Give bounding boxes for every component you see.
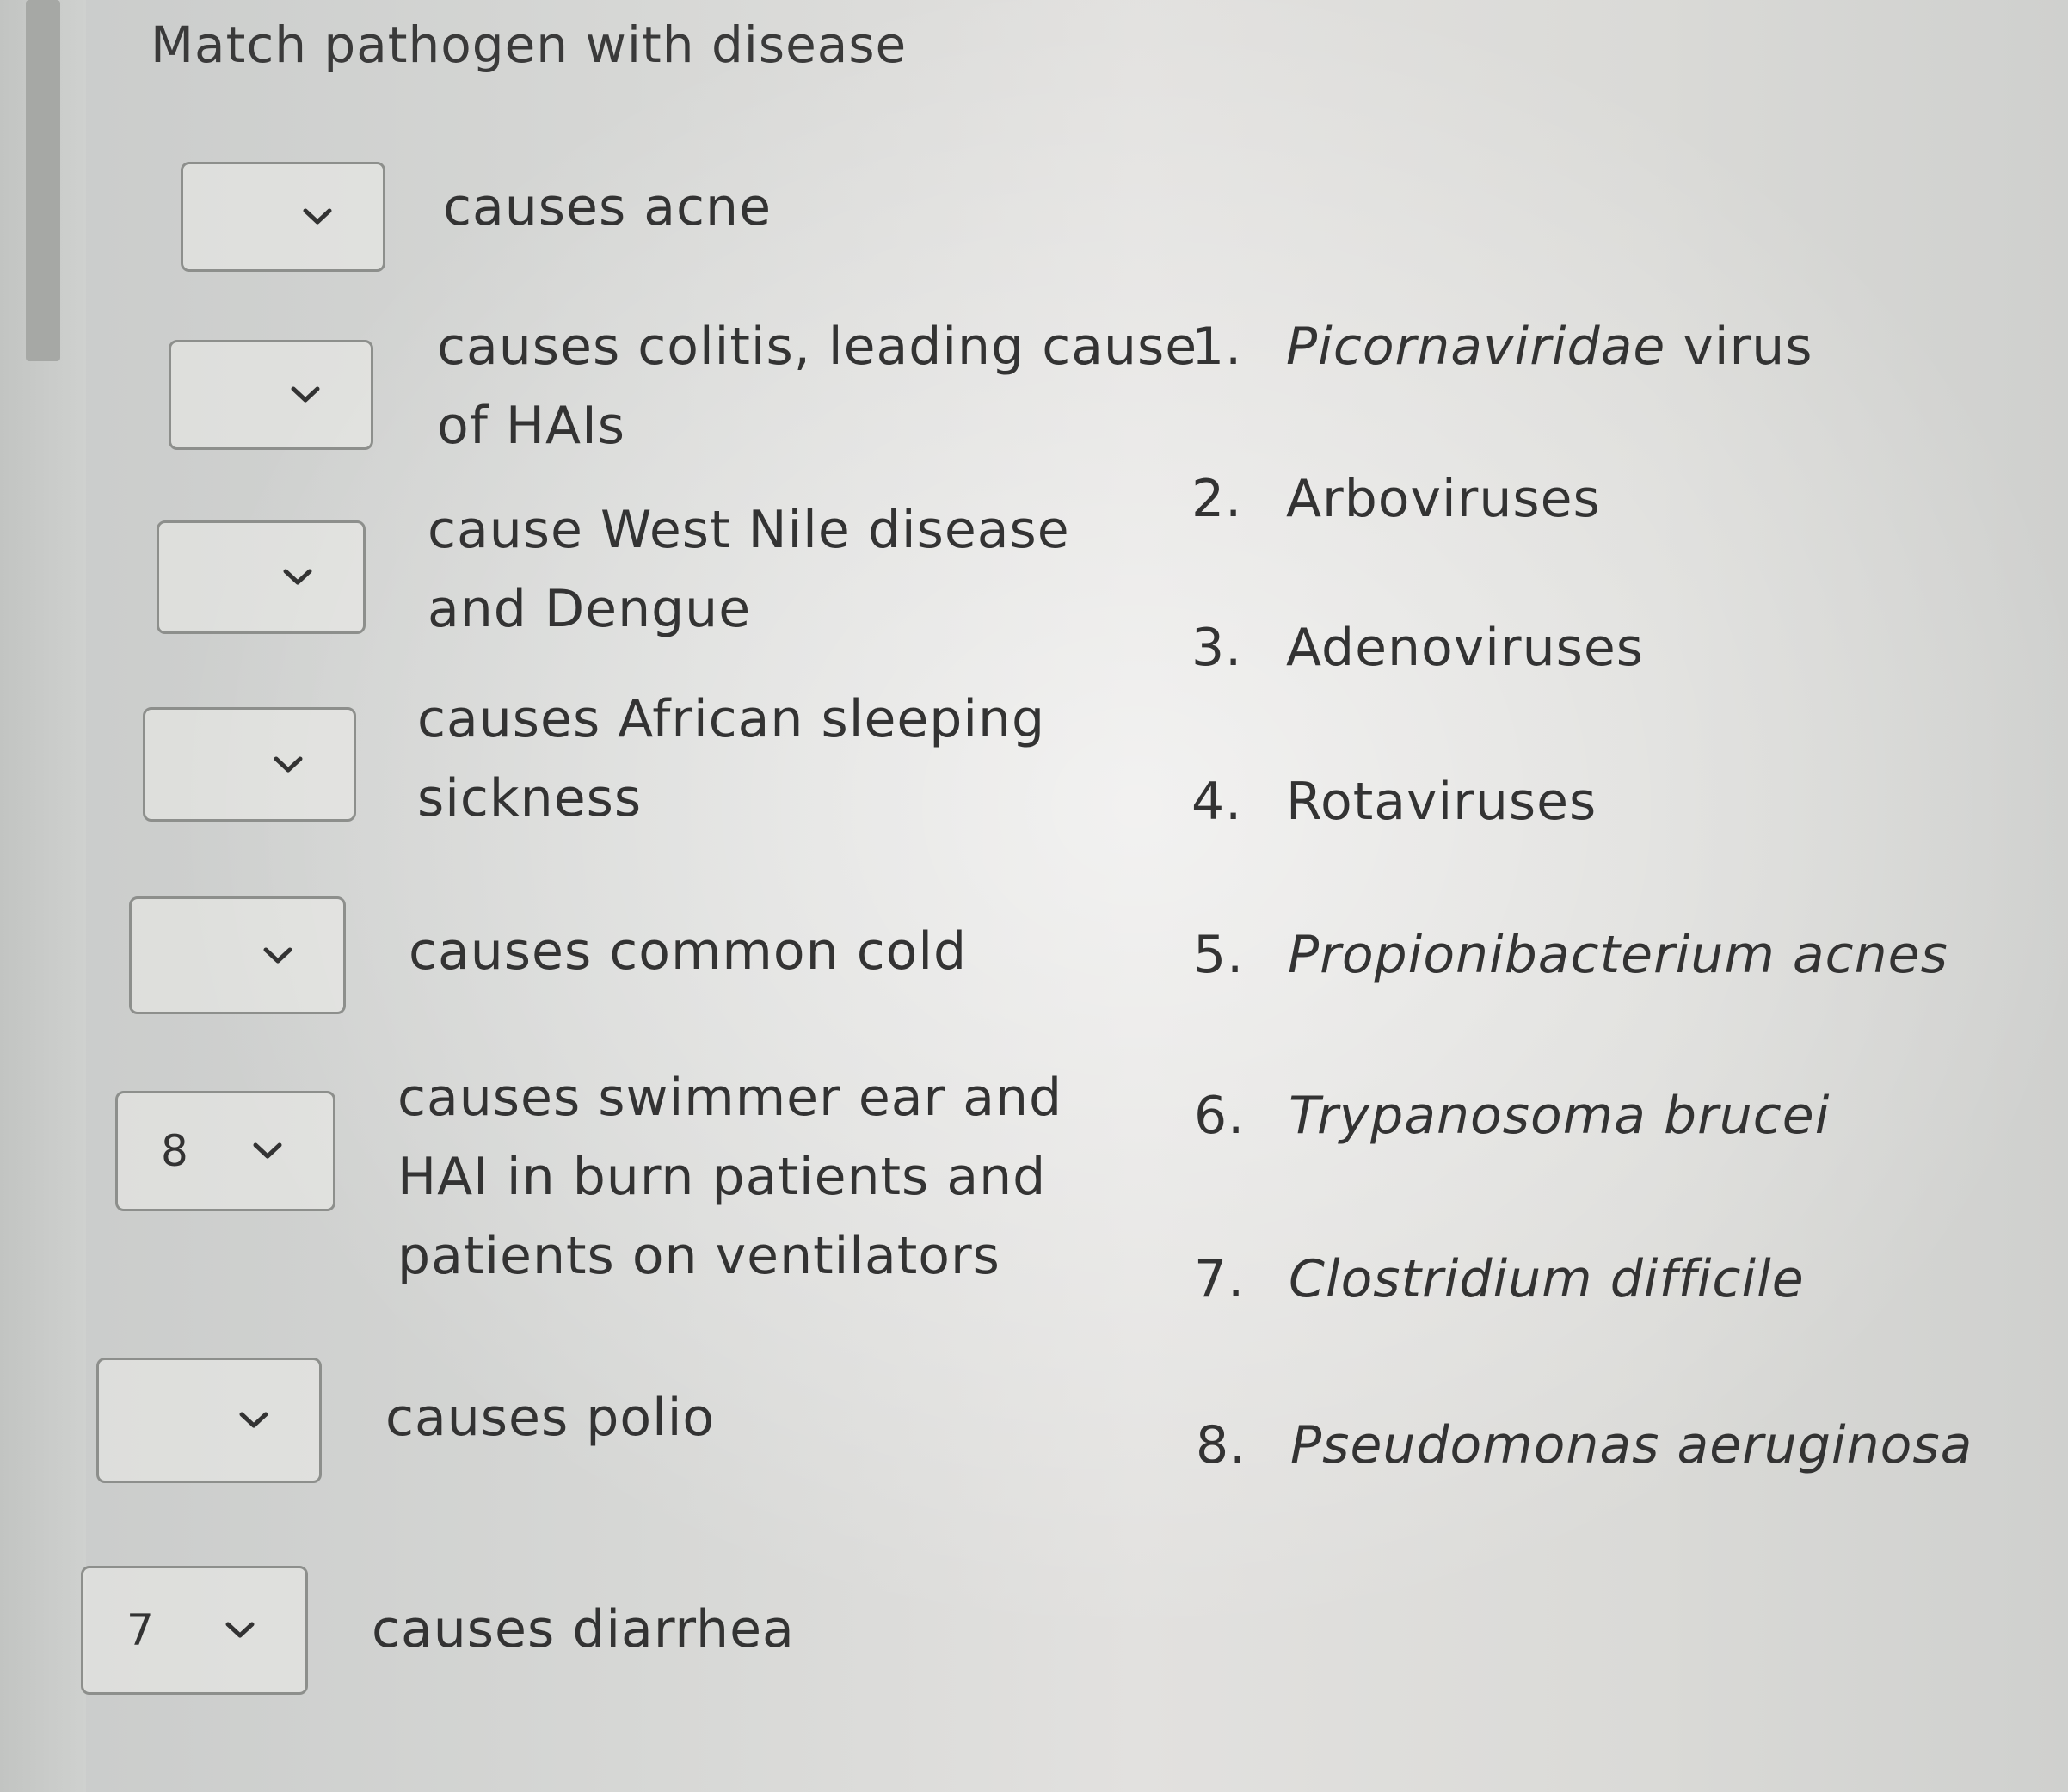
match-select-3[interactable]: [157, 520, 366, 634]
match-select-1[interactable]: [181, 162, 385, 272]
clue-line: of HAIs: [437, 396, 626, 456]
answer-plain: virus: [1665, 317, 1813, 377]
clue-text-2: causes colitis, leading cause of HAIs: [437, 307, 1197, 465]
answer-item-5: 5. Propionibacterium acnes: [1193, 925, 1948, 985]
answer-italic: Clostridium difficile: [1289, 1249, 1805, 1309]
question-title: Match pathogen with disease: [151, 15, 908, 74]
chevron-down-icon: [253, 1142, 282, 1159]
chevron-down-icon: [291, 386, 320, 403]
clue-text-4: causes African sleeping sickness: [417, 680, 1045, 838]
answer-plain: Arboviruses: [1286, 469, 1601, 529]
clue-line: causes diarrhea: [372, 1599, 795, 1660]
answer-italic: Trypanosoma brucei: [1289, 1086, 1831, 1146]
chevron-down-icon: [225, 1622, 255, 1638]
answer-item-3: 3. Adenoviruses: [1191, 618, 1644, 678]
clue-line: causes African sleeping: [417, 689, 1046, 749]
chevron-down-icon: [303, 208, 332, 225]
answer-item-4: 4. Rotaviruses: [1191, 772, 1597, 832]
answer-item-2: 2. Arboviruses: [1191, 469, 1601, 529]
clue-text-8: causes diarrhea: [372, 1590, 795, 1669]
select-value: 7: [126, 1605, 154, 1655]
chevron-down-icon: [274, 756, 303, 772]
clue-text-5: causes common cold: [409, 912, 967, 991]
answer-italic: Picornaviridae: [1286, 317, 1666, 377]
answer-italic: Pseudomonas aeruginosa: [1290, 1415, 1973, 1475]
clue-line: and Dengue: [428, 579, 752, 639]
clue-line: causes swimmer ear and: [397, 1068, 1063, 1128]
chevron-down-icon: [263, 947, 292, 963]
answer-number: 6.: [1194, 1086, 1246, 1146]
match-select-8[interactable]: 7: [81, 1566, 308, 1695]
answer-number: 3.: [1191, 618, 1243, 678]
clue-line: causes common cold: [409, 921, 968, 982]
clue-line: causes polio: [385, 1388, 716, 1448]
clue-line: cause West Nile disease: [428, 500, 1070, 560]
answer-number: 8.: [1196, 1415, 1247, 1475]
answer-item-1: 1. Picornaviridae virus: [1191, 317, 1813, 377]
clue-line: sickness: [417, 768, 643, 828]
scrollbar-thumb[interactable]: [26, 0, 60, 361]
answer-plain: Adenoviruses: [1286, 618, 1645, 678]
answer-item-7: 7. Clostridium difficile: [1194, 1249, 1805, 1309]
clue-line: patients on ventilators: [397, 1226, 1000, 1286]
match-select-2[interactable]: [169, 340, 373, 450]
select-value: 8: [161, 1126, 188, 1176]
answer-italic: Propionibacterium acnes: [1288, 925, 1948, 985]
clue-text-7: causes polio: [385, 1378, 715, 1457]
answer-item-6: 6. Trypanosoma brucei: [1194, 1086, 1830, 1146]
chevron-down-icon: [283, 569, 312, 585]
clue-text-3: cause West Nile disease and Dengue: [428, 490, 1070, 649]
clue-line: causes colitis, leading cause: [437, 317, 1198, 377]
clue-text-1: causes acne: [443, 168, 772, 247]
scrollbar-track[interactable]: [0, 0, 86, 1792]
clue-line: causes acne: [443, 177, 772, 237]
answer-number: 2.: [1191, 469, 1243, 529]
answer-item-8: 8. Pseudomonas aeruginosa: [1196, 1415, 1973, 1475]
answer-number: 5.: [1193, 925, 1245, 985]
match-select-6[interactable]: 8: [115, 1091, 335, 1211]
answer-number: 4.: [1191, 772, 1243, 832]
answer-plain: Rotaviruses: [1286, 772, 1597, 832]
clue-line: HAI in burn patients and: [397, 1147, 1047, 1207]
clue-text-6: causes swimmer ear and HAI in burn patie…: [397, 1058, 1062, 1296]
match-select-4[interactable]: [143, 707, 356, 822]
match-select-7[interactable]: [96, 1358, 322, 1483]
match-select-5[interactable]: [129, 896, 346, 1014]
answer-number: 1.: [1191, 317, 1243, 377]
answer-number: 7.: [1194, 1249, 1246, 1309]
chevron-down-icon: [239, 1412, 268, 1428]
